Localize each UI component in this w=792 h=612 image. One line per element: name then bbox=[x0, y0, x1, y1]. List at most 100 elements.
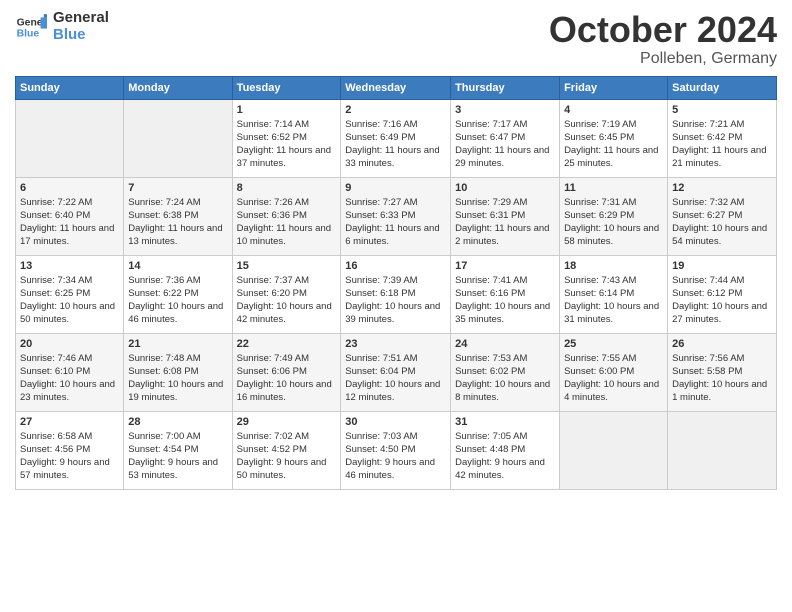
day-info: Sunrise: 7:21 AM bbox=[672, 119, 772, 132]
calendar-table: SundayMondayTuesdayWednesdayThursdayFrid… bbox=[15, 76, 777, 490]
day-info: Sunrise: 7:46 AM bbox=[20, 353, 119, 366]
logo-icon: General Blue bbox=[15, 11, 47, 43]
location-subtitle: Polleben, Germany bbox=[549, 50, 777, 68]
calendar-week-row: 27Sunrise: 6:58 AMSunset: 4:56 PMDayligh… bbox=[16, 411, 777, 489]
day-number: 6 bbox=[20, 181, 119, 196]
day-info: Daylight: 10 hours and 42 minutes. bbox=[237, 301, 337, 327]
title-block: October 2024 Polleben, Germany bbox=[549, 10, 777, 68]
calendar-day-cell: 21Sunrise: 7:48 AMSunset: 6:08 PMDayligh… bbox=[124, 333, 232, 411]
day-of-week-header: Wednesday bbox=[341, 76, 451, 99]
day-info: Sunset: 4:54 PM bbox=[128, 444, 227, 457]
day-of-week-header: Sunday bbox=[16, 76, 124, 99]
day-info: Daylight: 9 hours and 57 minutes. bbox=[20, 457, 119, 483]
day-number: 14 bbox=[128, 259, 227, 274]
day-number: 21 bbox=[128, 337, 227, 352]
day-info: Sunset: 6:45 PM bbox=[564, 132, 663, 145]
day-info: Sunrise: 7:36 AM bbox=[128, 275, 227, 288]
calendar-day-cell: 6Sunrise: 7:22 AMSunset: 6:40 PMDaylight… bbox=[16, 177, 124, 255]
day-info: Daylight: 10 hours and 12 minutes. bbox=[345, 379, 446, 405]
calendar-day-cell: 11Sunrise: 7:31 AMSunset: 6:29 PMDayligh… bbox=[560, 177, 668, 255]
day-info: Daylight: 11 hours and 17 minutes. bbox=[20, 223, 119, 249]
day-number: 31 bbox=[455, 415, 555, 430]
day-info: Sunset: 6:47 PM bbox=[455, 132, 555, 145]
day-number: 4 bbox=[564, 103, 663, 118]
day-number: 20 bbox=[20, 337, 119, 352]
calendar-day-cell bbox=[124, 99, 232, 177]
day-info: Daylight: 9 hours and 46 minutes. bbox=[345, 457, 446, 483]
day-info: Daylight: 11 hours and 33 minutes. bbox=[345, 145, 446, 171]
day-info: Daylight: 10 hours and 39 minutes. bbox=[345, 301, 446, 327]
day-info: Sunrise: 7:17 AM bbox=[455, 119, 555, 132]
calendar-day-cell: 15Sunrise: 7:37 AMSunset: 6:20 PMDayligh… bbox=[232, 255, 341, 333]
day-info: Sunrise: 7:44 AM bbox=[672, 275, 772, 288]
day-info: Sunset: 6:42 PM bbox=[672, 132, 772, 145]
day-info: Sunset: 5:58 PM bbox=[672, 366, 772, 379]
day-info: Daylight: 10 hours and 46 minutes. bbox=[128, 301, 227, 327]
day-info: Sunrise: 7:03 AM bbox=[345, 431, 446, 444]
day-number: 11 bbox=[564, 181, 663, 196]
day-of-week-header: Thursday bbox=[451, 76, 560, 99]
day-number: 24 bbox=[455, 337, 555, 352]
logo-blue: Blue bbox=[53, 27, 109, 44]
day-info: Daylight: 11 hours and 2 minutes. bbox=[455, 223, 555, 249]
day-info: Sunset: 6:16 PM bbox=[455, 288, 555, 301]
day-number: 30 bbox=[345, 415, 446, 430]
logo-general: General bbox=[53, 10, 109, 27]
day-info: Sunset: 4:52 PM bbox=[237, 444, 337, 457]
day-info: Sunrise: 7:51 AM bbox=[345, 353, 446, 366]
calendar-week-row: 6Sunrise: 7:22 AMSunset: 6:40 PMDaylight… bbox=[16, 177, 777, 255]
calendar-day-cell: 12Sunrise: 7:32 AMSunset: 6:27 PMDayligh… bbox=[668, 177, 777, 255]
day-info: Daylight: 10 hours and 35 minutes. bbox=[455, 301, 555, 327]
day-info: Sunrise: 7:29 AM bbox=[455, 197, 555, 210]
calendar-day-cell: 18Sunrise: 7:43 AMSunset: 6:14 PMDayligh… bbox=[560, 255, 668, 333]
calendar-day-cell bbox=[668, 411, 777, 489]
calendar-day-cell: 31Sunrise: 7:05 AMSunset: 4:48 PMDayligh… bbox=[451, 411, 560, 489]
day-info: Daylight: 10 hours and 1 minute. bbox=[672, 379, 772, 405]
calendar-day-cell: 13Sunrise: 7:34 AMSunset: 6:25 PMDayligh… bbox=[16, 255, 124, 333]
day-number: 27 bbox=[20, 415, 119, 430]
day-number: 28 bbox=[128, 415, 227, 430]
calendar-day-cell: 9Sunrise: 7:27 AMSunset: 6:33 PMDaylight… bbox=[341, 177, 451, 255]
calendar-day-cell: 24Sunrise: 7:53 AMSunset: 6:02 PMDayligh… bbox=[451, 333, 560, 411]
day-of-week-header: Tuesday bbox=[232, 76, 341, 99]
calendar-day-cell: 3Sunrise: 7:17 AMSunset: 6:47 PMDaylight… bbox=[451, 99, 560, 177]
day-number: 9 bbox=[345, 181, 446, 196]
day-number: 3 bbox=[455, 103, 555, 118]
day-number: 26 bbox=[672, 337, 772, 352]
day-info: Sunrise: 7:16 AM bbox=[345, 119, 446, 132]
day-info: Sunrise: 7:31 AM bbox=[564, 197, 663, 210]
day-info: Sunset: 6:25 PM bbox=[20, 288, 119, 301]
calendar-day-cell: 14Sunrise: 7:36 AMSunset: 6:22 PMDayligh… bbox=[124, 255, 232, 333]
day-info: Sunset: 6:10 PM bbox=[20, 366, 119, 379]
day-info: Sunrise: 7:37 AM bbox=[237, 275, 337, 288]
calendar-day-cell: 2Sunrise: 7:16 AMSunset: 6:49 PMDaylight… bbox=[341, 99, 451, 177]
day-info: Daylight: 11 hours and 10 minutes. bbox=[237, 223, 337, 249]
day-info: Daylight: 9 hours and 42 minutes. bbox=[455, 457, 555, 483]
day-info: Sunrise: 7:48 AM bbox=[128, 353, 227, 366]
day-number: 16 bbox=[345, 259, 446, 274]
day-info: Daylight: 10 hours and 54 minutes. bbox=[672, 223, 772, 249]
logo: General Blue General Blue bbox=[15, 10, 109, 43]
day-info: Sunrise: 6:58 AM bbox=[20, 431, 119, 444]
day-of-week-header: Friday bbox=[560, 76, 668, 99]
day-info: Sunset: 6:40 PM bbox=[20, 210, 119, 223]
day-info: Sunrise: 7:43 AM bbox=[564, 275, 663, 288]
day-info: Daylight: 11 hours and 25 minutes. bbox=[564, 145, 663, 171]
day-info: Sunrise: 7:22 AM bbox=[20, 197, 119, 210]
calendar-day-cell: 27Sunrise: 6:58 AMSunset: 4:56 PMDayligh… bbox=[16, 411, 124, 489]
day-info: Sunset: 6:22 PM bbox=[128, 288, 227, 301]
calendar-day-cell bbox=[16, 99, 124, 177]
day-info: Daylight: 10 hours and 4 minutes. bbox=[564, 379, 663, 405]
day-info: Sunrise: 7:32 AM bbox=[672, 197, 772, 210]
svg-text:Blue: Blue bbox=[17, 28, 40, 39]
calendar-day-cell: 29Sunrise: 7:02 AMSunset: 4:52 PMDayligh… bbox=[232, 411, 341, 489]
calendar-day-cell: 17Sunrise: 7:41 AMSunset: 6:16 PMDayligh… bbox=[451, 255, 560, 333]
day-info: Sunrise: 7:27 AM bbox=[345, 197, 446, 210]
day-info: Sunset: 6:06 PM bbox=[237, 366, 337, 379]
calendar-day-cell: 5Sunrise: 7:21 AMSunset: 6:42 PMDaylight… bbox=[668, 99, 777, 177]
day-info: Daylight: 10 hours and 23 minutes. bbox=[20, 379, 119, 405]
calendar-week-row: 1Sunrise: 7:14 AMSunset: 6:52 PMDaylight… bbox=[16, 99, 777, 177]
day-info: Daylight: 9 hours and 53 minutes. bbox=[128, 457, 227, 483]
day-of-week-header: Monday bbox=[124, 76, 232, 99]
day-info: Daylight: 10 hours and 16 minutes. bbox=[237, 379, 337, 405]
